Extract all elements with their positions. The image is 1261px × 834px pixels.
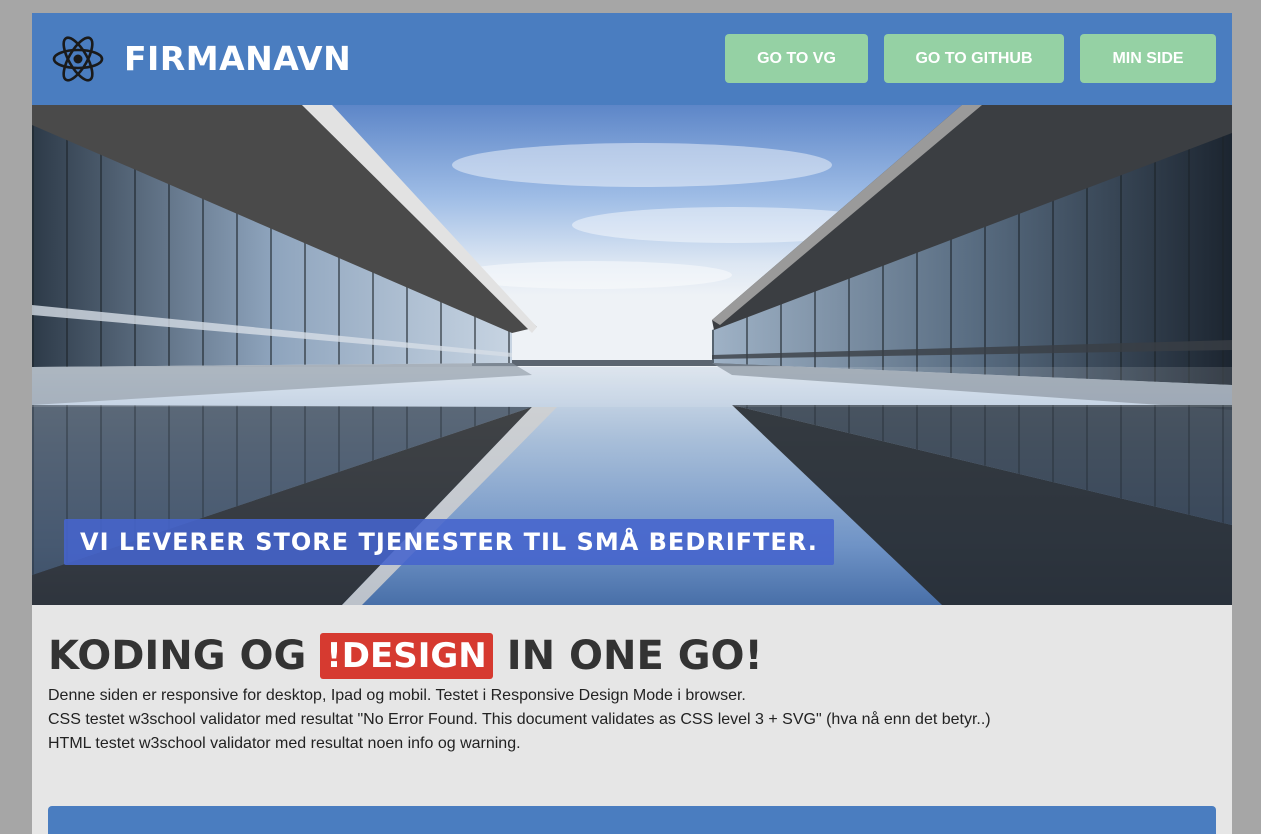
content-panel-top bbox=[48, 806, 1216, 834]
design-badge: !DESIGN bbox=[320, 633, 493, 679]
description-line-css: CSS testet w3school validator med result… bbox=[48, 711, 991, 728]
atom-logo-icon[interactable] bbox=[52, 36, 104, 82]
description-line-responsive: Denne siden er responsive for desktop, I… bbox=[48, 687, 746, 704]
site-header: FIRMANAVN GO TO VG GO TO GITHUB MIN SIDE bbox=[32, 13, 1232, 105]
description-line-html: HTML testet w3school validator med resul… bbox=[48, 735, 521, 752]
hero-tagline: VI LEVERER STORE TJENESTER TIL SMÅ BEDRI… bbox=[64, 519, 834, 565]
description: Denne siden er responsive for desktop, I… bbox=[48, 684, 991, 756]
brand-name[interactable]: FIRMANAVN bbox=[124, 39, 351, 79]
page-title: KODING OG !DESIGN IN ONE GO! bbox=[48, 631, 763, 681]
nav-button-min-side[interactable]: MIN SIDE bbox=[1080, 34, 1216, 83]
nav-button-github[interactable]: GO TO GITHUB bbox=[884, 34, 1064, 83]
title-text-start: KODING OG bbox=[48, 633, 307, 679]
page: FIRMANAVN GO TO VG GO TO GITHUB MIN SIDE bbox=[32, 13, 1232, 834]
nav-button-vg[interactable]: GO TO VG bbox=[725, 34, 868, 83]
title-text-end: IN ONE GO! bbox=[506, 633, 763, 679]
hero-banner: VI LEVERER STORE TJENESTER TIL SMÅ BEDRI… bbox=[32, 105, 1232, 605]
